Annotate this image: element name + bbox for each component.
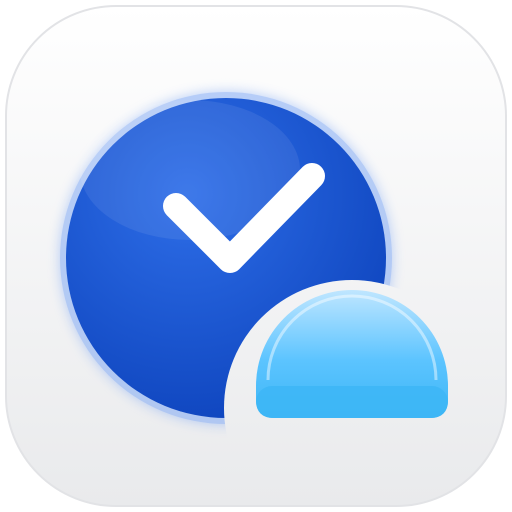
app-icon-canvas <box>0 0 512 512</box>
task-check-person-icon <box>5 5 507 507</box>
app-icon[interactable] <box>0 0 512 512</box>
